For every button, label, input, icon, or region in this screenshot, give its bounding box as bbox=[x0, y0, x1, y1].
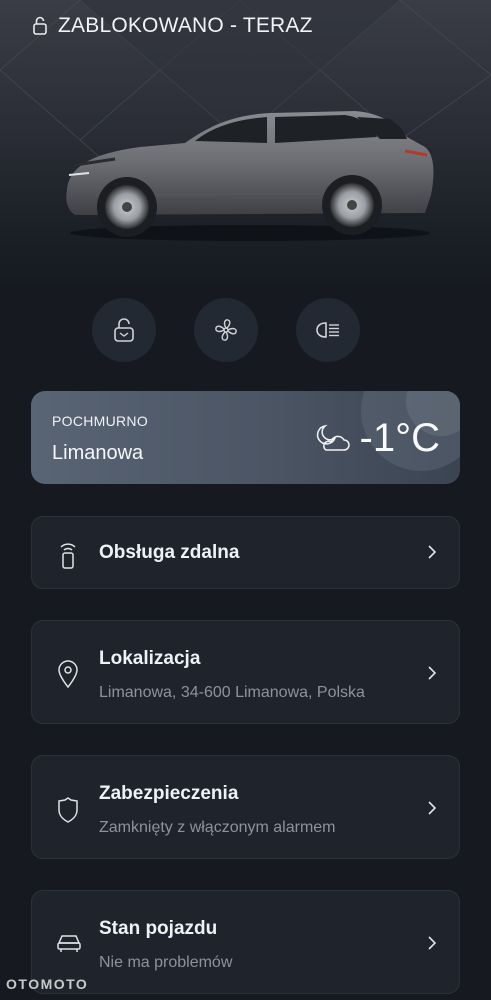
chevron-right-icon bbox=[428, 666, 437, 680]
lock-status-text: ZABLOKOWANO - TERAZ bbox=[58, 14, 313, 37]
shield-icon bbox=[58, 797, 78, 823]
lights-button[interactable] bbox=[296, 298, 360, 362]
weather-temperature: -1°C bbox=[359, 416, 440, 460]
climate-button[interactable] bbox=[194, 298, 258, 362]
headlight-icon bbox=[316, 322, 339, 338]
location-title: Lokalizacja bbox=[99, 648, 201, 669]
padlock-open-icon bbox=[33, 16, 47, 35]
chevron-right-icon bbox=[428, 545, 437, 559]
security-card[interactable]: Zabezpieczenia Zamknięty z włączonym ala… bbox=[31, 755, 460, 859]
location-card[interactable]: Lokalizacja Limanowa, 34-600 Limanowa, P… bbox=[31, 620, 460, 724]
weather-city: Limanowa bbox=[52, 442, 144, 464]
location-address: Limanowa, 34-600 Limanowa, Polska bbox=[99, 684, 365, 701]
chevron-right-icon bbox=[428, 801, 437, 815]
lock-button[interactable] bbox=[92, 298, 156, 362]
location-pin-icon bbox=[58, 660, 78, 689]
vehicle-status-subtitle: Nie ma problemów bbox=[99, 954, 233, 971]
remote-key-icon bbox=[60, 543, 76, 569]
moon-cloud-icon bbox=[316, 424, 350, 451]
padlock-icon bbox=[114, 318, 134, 342]
remote-service-card[interactable]: Obsługa zdalna bbox=[31, 516, 460, 589]
car-icon bbox=[57, 935, 81, 952]
watermark-logo: OTOMOTO bbox=[6, 976, 89, 992]
hero-section: ZABLOKOWANO - TERAZ bbox=[0, 0, 491, 290]
weather-card[interactable]: POCHMURNO Limanowa -1°C bbox=[31, 391, 460, 484]
chevron-right-icon bbox=[428, 936, 437, 950]
security-status: Zamknięty z włączonym alarmem bbox=[99, 819, 336, 836]
weather-condition: POCHMURNO bbox=[52, 413, 149, 429]
fan-icon bbox=[215, 319, 237, 341]
vehicle-status-card[interactable]: Stan pojazdu Nie ma problemów bbox=[31, 890, 460, 994]
remote-service-title: Obsługa zdalna bbox=[99, 542, 240, 563]
lock-status: ZABLOKOWANO - TERAZ bbox=[32, 14, 313, 38]
security-title: Zabezpieczenia bbox=[99, 783, 239, 804]
car-image bbox=[66, 111, 434, 241]
vehicle-status-title: Stan pojazdu bbox=[99, 918, 218, 939]
